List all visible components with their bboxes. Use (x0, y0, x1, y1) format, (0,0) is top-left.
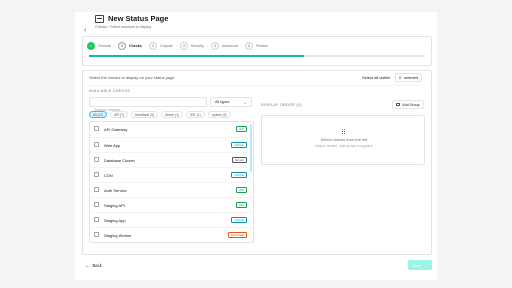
filter-chip[interactable]: API (7) (110, 111, 129, 118)
check-type-badge: API (236, 202, 247, 208)
check-list: API Gateway API Web App Uptime Database Clus… (89, 121, 254, 243)
step-separator: › (206, 44, 208, 48)
add-group-label: Add Group (402, 102, 420, 107)
check-name: Auth Service (104, 188, 127, 193)
back-label: Back (92, 262, 102, 268)
check-row[interactable]: Staging Worker Heartbeat (90, 227, 253, 242)
checkbox[interactable] (94, 217, 99, 222)
checkbox[interactable] (94, 157, 99, 162)
filter-chip[interactable]: Heartbeat (3) (131, 111, 158, 118)
step-label: Checks (129, 44, 142, 48)
check-row[interactable]: Database Cluster Server (90, 152, 253, 167)
checkbox[interactable] (94, 126, 99, 131)
selected-label: selected (404, 75, 419, 80)
stepper-card: ✓ General › 2 Checks › 3 Outputs › 4 Security › 5 Adv… (82, 36, 432, 66)
check-row[interactable]: Staging API API (90, 197, 253, 212)
step-separator: › (175, 44, 177, 48)
display-order-dropzone[interactable]: Select checks from the left Drag to reor… (261, 115, 425, 165)
empty-state-title: Select checks from the left (320, 137, 368, 142)
divider (89, 85, 425, 86)
selected-count-badge: 0 selected (395, 73, 423, 82)
add-group-button[interactable]: Add Group (392, 100, 424, 109)
filter-chip[interactable]: SSL (1) (185, 111, 205, 118)
available-checks-label: AVAILABLE CHECKS (89, 89, 131, 93)
check-type-badge: API (236, 187, 247, 193)
step-label: General (98, 44, 111, 48)
filter-chip[interactable]: Server (1) (160, 111, 183, 118)
check-row[interactable]: API Gateway API (90, 122, 253, 137)
filter-chip[interactable]: All (12) (89, 111, 108, 118)
next-button[interactable]: Next → (408, 260, 432, 270)
filter-chips: All (12) API (7) Heartbeat (3) Server (1) SS… (89, 111, 234, 118)
checkbox[interactable] (94, 202, 99, 207)
step-security[interactable]: 4 Security (179, 41, 204, 51)
selected-count: 0 (399, 75, 402, 80)
check-row[interactable]: CDN Uptime (90, 167, 253, 182)
check-name: Web App (104, 143, 121, 148)
wizard-shell: ‹ New Status Page Checks › Select monito… (75, 12, 437, 280)
type-select[interactable]: All types ⌄ (210, 97, 252, 107)
check-name: CDN (104, 173, 113, 178)
step-label: Advanced (221, 44, 238, 48)
chevron-down-icon: ⌄ (243, 100, 247, 105)
progress-bar (89, 55, 425, 57)
check-row[interactable]: Web App Uptime (90, 137, 253, 152)
check-type-badge: Uptime (231, 217, 247, 223)
filter-chip[interactable]: Uptime (0) (207, 111, 231, 118)
step-outputs[interactable]: 3 Outputs (149, 41, 173, 51)
arrow-left-icon: ← (85, 262, 90, 268)
check-row[interactable]: Auth Service API (90, 182, 253, 197)
instructions-text: Select the checks to display on your sta… (89, 75, 175, 80)
empty-state-hint: Drag to reorder · Add groups to organize (315, 144, 373, 148)
check-name: Database Cluster (104, 158, 135, 163)
check-type-badge: Server (232, 157, 247, 163)
step-separator: › (144, 44, 146, 48)
status-page-icon (95, 15, 104, 23)
drag-handle-icon (342, 129, 345, 134)
checkbox[interactable] (94, 232, 99, 237)
step-label: Review (256, 44, 268, 48)
check-row[interactable]: Staging App Uptime (90, 212, 253, 227)
progress-fill (89, 55, 305, 57)
scrollbar[interactable] (250, 124, 252, 172)
check-type-badge: Uptime (231, 142, 247, 148)
checkbox[interactable] (94, 172, 99, 177)
step-review[interactable]: 6 Review (245, 41, 268, 51)
folder-icon (396, 102, 401, 107)
stepper: ✓ General › 2 Checks › 3 Outputs › 4 Security › 5 Adv… (87, 41, 268, 51)
back-button[interactable]: ← Back (85, 260, 102, 270)
step-number: 3 (149, 42, 157, 50)
check-name: Staging App (104, 218, 126, 223)
step-number: 6 (245, 42, 254, 50)
step-advanced[interactable]: 5 Advanced (210, 41, 238, 51)
step-label: Security (190, 44, 204, 48)
type-select-value: All types (215, 100, 230, 104)
check-type-badge: Heartbeat (227, 232, 247, 238)
select-all-visible-link[interactable]: Select all visible (362, 75, 390, 80)
checks-card: Select the checks to display on your sta… (82, 70, 432, 255)
arrow-right-icon: → (423, 262, 428, 268)
check-type-badge: Uptime (231, 172, 247, 178)
page-title: New Status Page (108, 14, 169, 23)
check-name: Staging API (104, 203, 125, 208)
checkbox[interactable] (94, 187, 99, 192)
search-box (89, 97, 207, 114)
step-label: Outputs (160, 44, 173, 48)
display-order-label: DISPLAY ORDER (0) (261, 103, 303, 107)
step-number: 2 (118, 42, 126, 50)
check-name: API Gateway (104, 127, 128, 132)
next-label: Next (412, 262, 421, 268)
step-checks[interactable]: 2 Checks (118, 41, 142, 51)
step-number: 4 (179, 42, 188, 50)
page-subtitle: Checks › Select monitors to display (95, 25, 152, 29)
step-separator: › (113, 44, 115, 48)
step-separator: › (240, 44, 243, 48)
step-number: 5 (210, 42, 219, 50)
step-general[interactable]: ✓ General (87, 41, 111, 51)
checkbox[interactable] (94, 142, 99, 147)
chevron-left-icon[interactable]: ‹ (84, 27, 86, 34)
check-icon: ✓ (87, 42, 95, 50)
check-type-badge: API (236, 126, 247, 132)
check-name: Staging Worker (104, 233, 132, 238)
